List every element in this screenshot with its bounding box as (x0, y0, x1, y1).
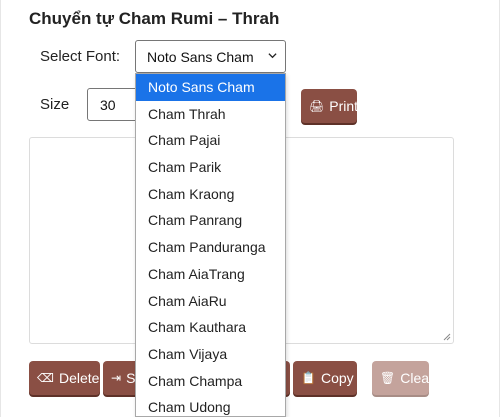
select-font-label: Select Font: (40, 48, 121, 65)
font-option[interactable]: Cham Vijaya (136, 341, 285, 368)
copy-button-label: Copy (320, 370, 354, 386)
chevron-down-icon (268, 53, 277, 59)
font-option[interactable]: Noto Sans Cham (136, 74, 285, 101)
print-button-label: Print (329, 98, 359, 114)
size-label: Size (40, 96, 70, 113)
font-option[interactable]: Cham Udong (136, 394, 285, 416)
backspace-icon: ⌫ (37, 371, 54, 385)
font-select-value: Noto Sans Cham (147, 49, 254, 65)
trash-icon: 🗑 (380, 371, 396, 385)
transliteration-panel: Chuyển tự Cham Rumi – Thrah Select Font:… (0, 0, 500, 417)
clipboard-icon: 📋 (301, 371, 316, 385)
font-option[interactable]: Cham Champa (136, 368, 285, 395)
page-title: Chuyển tự Cham Rumi – Thrah (29, 9, 280, 28)
copy-button[interactable]: 📋 Copy (293, 361, 357, 395)
size-select[interactable]: 30 (87, 88, 139, 121)
font-option[interactable]: Cham AiaTrang (136, 261, 285, 288)
font-option[interactable]: Cham Pajai (136, 127, 285, 154)
font-dropdown-list[interactable]: Noto Sans Cham Cham Thrah Cham Pajai Cha… (135, 73, 286, 417)
font-option[interactable]: Cham Kraong (136, 181, 285, 208)
s-button-label: S (126, 370, 136, 386)
font-option[interactable]: Cham Panduranga (136, 234, 285, 261)
delete-button[interactable]: ⌫ Delete (29, 361, 100, 395)
print-button[interactable]: 🖨 Print (301, 89, 359, 123)
font-option[interactable]: Cham Parik (136, 154, 285, 181)
resize-handle-icon[interactable] (443, 333, 451, 341)
clear-button: 🗑 Clear (372, 361, 434, 395)
font-option[interactable]: Cham Thrah (136, 101, 285, 128)
font-option[interactable]: Cham AiaRu (136, 288, 285, 315)
font-option[interactable]: Cham Kauthara (136, 314, 285, 341)
delete-button-label: Delete (58, 370, 100, 386)
clear-button-label: Clear (400, 370, 434, 386)
font-select[interactable]: Noto Sans Cham (135, 40, 286, 73)
font-option[interactable]: Cham Panrang (136, 207, 285, 234)
arrow-to-right-icon: ⇥ (111, 371, 122, 385)
size-select-value: 30 (100, 97, 116, 113)
printer-icon: 🖨 (309, 99, 325, 113)
